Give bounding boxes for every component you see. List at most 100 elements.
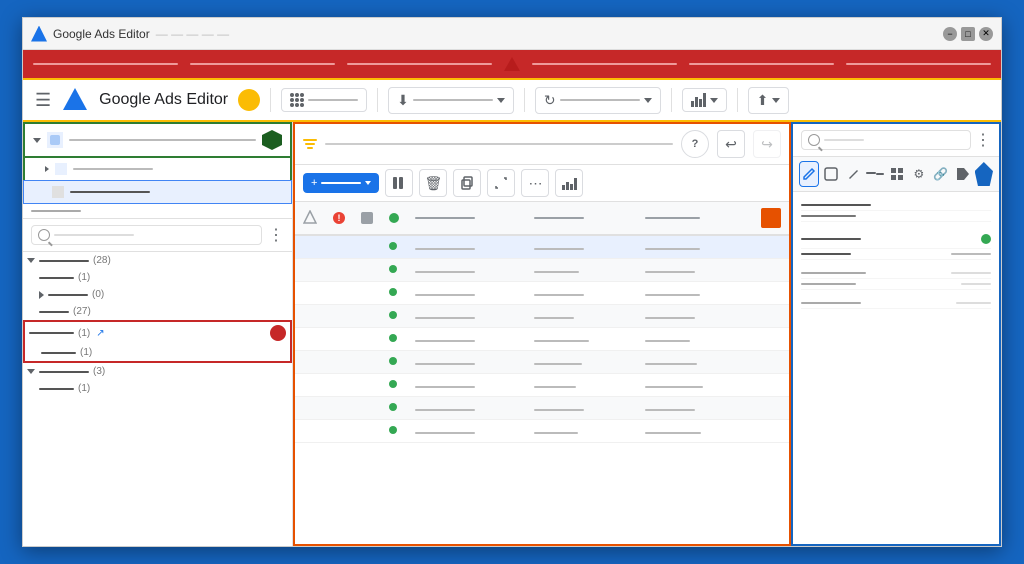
minimize-button[interactable]: − (943, 27, 957, 41)
cell-warning (295, 235, 325, 259)
chart-view-button[interactable] (555, 169, 583, 197)
cell-bid (526, 235, 637, 259)
tree-item-adgroups[interactable]: (1) (23, 269, 292, 286)
redo-button[interactable]: ↪ (753, 130, 781, 158)
download-label-dash (413, 99, 493, 101)
sub-account-item[interactable] (23, 158, 292, 180)
download-button[interactable]: ⬇ (388, 87, 514, 114)
delete-button[interactable]: 🗑 (419, 169, 447, 197)
table-row[interactable] (295, 420, 789, 443)
tree-item-campaigns[interactable]: (28) (23, 252, 292, 269)
col-header-budget[interactable] (637, 202, 753, 235)
account-icon (47, 132, 63, 148)
right-search-icon (808, 134, 820, 146)
tree-item-sub[interactable]: (1) (25, 344, 290, 361)
selected-item-icon (52, 186, 64, 198)
app-logo (61, 86, 89, 114)
sidebar-search-container[interactable] (31, 225, 262, 245)
pencil-button[interactable] (843, 161, 863, 187)
right-search-container[interactable] (801, 130, 971, 150)
another-count: (3) (93, 366, 105, 377)
right-search-dash (824, 139, 864, 141)
col-header-type[interactable] (353, 202, 381, 235)
help-button[interactable]: ? (681, 130, 709, 158)
sub-account-dash (73, 168, 153, 170)
tree-item-keywords[interactable]: (0) (23, 286, 292, 303)
hamburger-menu-button[interactable]: ☰ (35, 90, 51, 111)
extensions-count: (1) (78, 328, 90, 339)
right-field1-value (951, 253, 991, 255)
sync-button[interactable]: ↻ (535, 87, 661, 114)
tree-item-another[interactable]: (3) (23, 363, 292, 380)
sep-3 (524, 88, 525, 112)
chart-view-icon (562, 176, 577, 190)
menu-dash-1 (33, 63, 178, 65)
right-panel: ⋮ (791, 122, 1001, 546)
right-row-field4 (801, 298, 991, 309)
col-header-extra[interactable] (753, 202, 789, 235)
table-row[interactable] (295, 305, 789, 328)
col-header-bid[interactable] (526, 202, 637, 235)
sub-item2-dash (41, 352, 76, 354)
right-row-field1 (801, 249, 991, 260)
table-row[interactable] (295, 328, 789, 351)
extensions-dash (29, 332, 74, 334)
col-header-name[interactable] (407, 202, 526, 235)
table-row[interactable] (295, 282, 789, 305)
cell-type (353, 235, 381, 259)
panel-action-toolbar: + 🗑 (295, 165, 789, 202)
edit-mode-button[interactable] (799, 161, 819, 187)
keyword-dash (48, 294, 88, 296)
right-more-options-button[interactable]: ⋮ (975, 130, 991, 150)
table-row[interactable] (295, 351, 789, 374)
tree-item-last[interactable]: (1) (23, 380, 292, 397)
table-row[interactable] (295, 374, 789, 397)
view-icon (824, 167, 838, 181)
copy-button[interactable] (453, 169, 481, 197)
last-dash (39, 388, 74, 390)
tag-button[interactable] (953, 161, 973, 187)
sidebar-more-options-button[interactable]: ⋮ (268, 225, 284, 245)
orange-status-box (761, 208, 781, 228)
edit-columns-button[interactable] (385, 169, 413, 197)
notification-dot (238, 89, 260, 111)
more-actions-button[interactable]: ⋯ (521, 169, 549, 197)
undo-button[interactable]: ↩ (717, 130, 745, 158)
add-button[interactable]: + (303, 173, 379, 193)
maximize-button[interactable]: □ (961, 27, 975, 41)
col-header-status[interactable] (381, 202, 407, 235)
grid-view-button[interactable] (281, 88, 367, 112)
charts-button[interactable] (682, 88, 727, 112)
sep-1 (270, 88, 271, 112)
sep-2 (377, 88, 378, 112)
format-button[interactable] (865, 161, 885, 187)
resize-button[interactable] (487, 169, 515, 197)
account-chevron-icon (33, 138, 41, 143)
settings-button[interactable]: ⚙ (909, 161, 929, 187)
account-name-dash (69, 139, 256, 141)
account-header[interactable] (23, 122, 292, 158)
col-header-warning[interactable] (295, 202, 325, 235)
right-field2-value (951, 272, 991, 274)
tree-item-ads[interactable]: (27) (23, 303, 292, 320)
view-mode-button[interactable] (821, 161, 841, 187)
table-row[interactable] (295, 397, 789, 420)
tree-item-extensions[interactable]: (1) ↗ (25, 322, 290, 344)
upload-button[interactable]: ⬆ (748, 87, 790, 114)
table-row[interactable] (295, 259, 789, 282)
table-row[interactable] (295, 235, 789, 259)
right-row-name (801, 200, 991, 211)
add-label-dash (321, 182, 361, 184)
upload-chevron-icon (772, 98, 780, 103)
add-icon: + (311, 177, 317, 189)
col-header-error[interactable]: ! (325, 202, 353, 235)
section-title-dash (31, 210, 81, 212)
right-field3-label (801, 283, 856, 285)
close-button[interactable]: ✕ (979, 27, 993, 41)
layout-button[interactable] (887, 161, 907, 187)
cell-extra (753, 235, 789, 259)
title-dashes: — — — — — (156, 27, 229, 41)
external-link-icon[interactable]: ↗ (96, 328, 104, 339)
link-button[interactable]: 🔗 (931, 161, 951, 187)
selected-campaign-item[interactable] (23, 180, 292, 204)
